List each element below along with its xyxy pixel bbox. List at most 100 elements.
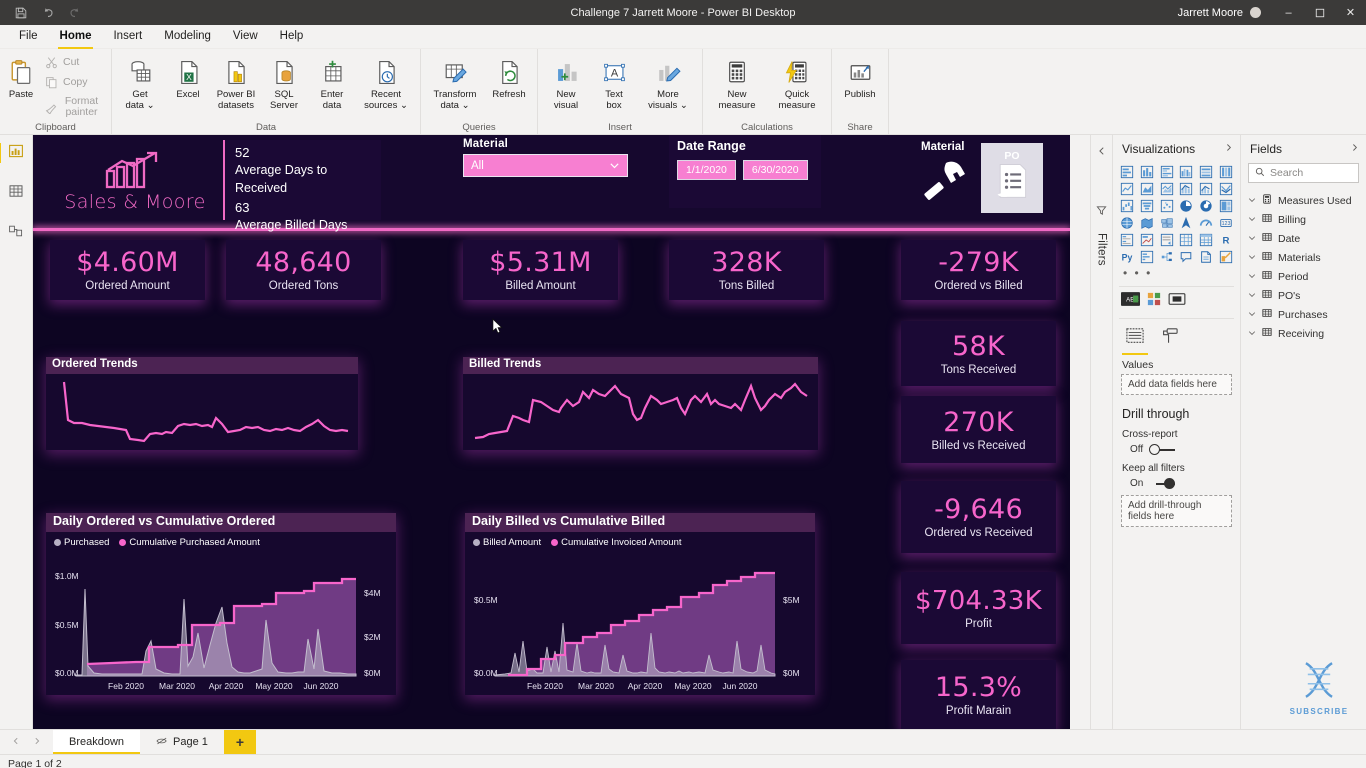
material-slicer-dropdown[interactable]: All — [463, 154, 628, 177]
viz-treemap-icon[interactable] — [1216, 198, 1235, 214]
material-slicer[interactable]: Material All — [463, 138, 628, 177]
viz-python-script-icon[interactable]: Py — [1118, 249, 1137, 265]
analytics-icon[interactable] — [1168, 292, 1186, 311]
legend-item-purchased[interactable]: Purchased — [54, 537, 109, 548]
cross-report-toggle[interactable] — [1149, 444, 1176, 455]
date-range-start[interactable]: 1/1/2020 — [677, 160, 736, 180]
publish-button[interactable]: Publish — [837, 53, 883, 102]
viz-stacked-area-chart-icon[interactable] — [1157, 181, 1176, 197]
fields-list-icon[interactable] — [1122, 327, 1148, 355]
viz-clustered-bar-chart-icon[interactable] — [1157, 164, 1176, 180]
page-tab-breakdown[interactable]: Breakdown — [53, 730, 141, 754]
cut-button[interactable]: Cut — [39, 53, 106, 72]
chevron-right-icon[interactable] — [1350, 143, 1359, 155]
viz-100-stacked-bar-chart-icon[interactable] — [1197, 164, 1216, 180]
save-icon[interactable] — [14, 6, 28, 20]
drill-through-dropzone[interactable]: Add drill-through fields here — [1121, 495, 1232, 527]
viz-map-icon[interactable] — [1118, 215, 1137, 231]
kpi-tons-received[interactable]: 58K Tons Received — [901, 321, 1056, 386]
viz-card-icon[interactable]: 123 — [1216, 215, 1235, 231]
field-table-pos[interactable]: PO's — [1241, 286, 1366, 305]
kpi-billed-amount[interactable]: $5.31M Billed Amount — [463, 240, 618, 300]
viz-stacked-bar-chart-icon[interactable] — [1118, 164, 1137, 180]
viz-line-clustered-column-icon[interactable] — [1197, 181, 1216, 197]
chevron-down-icon[interactable] — [609, 160, 620, 171]
chevron-down-icon[interactable] — [1248, 233, 1256, 245]
field-table-materials[interactable]: Materials — [1241, 248, 1366, 267]
copy-button[interactable]: Copy — [39, 73, 106, 92]
filters-pane-collapsed[interactable]: Filters — [1090, 135, 1112, 729]
viz-funnel-chart-icon[interactable] — [1138, 198, 1157, 214]
chevron-left-icon[interactable] — [1097, 143, 1107, 161]
paste-button[interactable]: Paste — [5, 53, 37, 102]
daily-billed-vs-cumulative-card[interactable]: Daily Billed vs Cumulative Billed Billed… — [465, 513, 815, 695]
hammer-icon[interactable] — [918, 157, 970, 207]
viz-100-stacked-column-chart-icon[interactable] — [1216, 164, 1235, 180]
report-canvas[interactable]: Sales & Moore 52 Average Days to Receive… — [33, 135, 1070, 729]
get-data-button[interactable]: Get data ⌄ — [117, 53, 163, 113]
viz-pie-chart-icon[interactable] — [1177, 198, 1196, 214]
chevron-right-icon[interactable] — [33, 737, 41, 747]
kpi-ordered-vs-billed[interactable]: -279K Ordered vs Billed — [901, 240, 1056, 300]
billed-trends-card[interactable]: Billed Trends — [463, 357, 818, 450]
add-page-button[interactable]: + — [223, 730, 256, 754]
fields-search[interactable]: Search — [1248, 163, 1359, 183]
chevron-down-icon[interactable] — [1248, 195, 1256, 207]
sidebar-item-data-view[interactable] — [2, 181, 30, 205]
ribbon-tab-view[interactable]: View — [222, 26, 269, 48]
recent-sources-button[interactable]: Recent sources ⌄ — [357, 53, 415, 113]
chevron-down-icon[interactable] — [1248, 290, 1256, 302]
field-table-receiving[interactable]: Receiving — [1241, 324, 1366, 343]
viz-get-more-visuals-icon[interactable] — [1216, 249, 1235, 265]
more-visuals-button[interactable]: More visuals ⌄ — [639, 53, 697, 113]
color-palette-icon[interactable] — [1147, 292, 1161, 311]
chevron-down-icon[interactable] — [1248, 271, 1256, 283]
chevron-down-icon[interactable] — [1248, 252, 1256, 264]
chevron-down-icon[interactable] — [1248, 328, 1256, 340]
minimize-button[interactable]: – — [1273, 0, 1304, 25]
viz-paginated-report-icon[interactable] — [1197, 249, 1216, 265]
viz-r-script-icon[interactable]: R — [1216, 232, 1235, 248]
viz-multi-row-card-icon[interactable] — [1118, 232, 1137, 248]
redo-icon[interactable] — [68, 6, 82, 20]
field-table-billing[interactable]: Billing — [1241, 210, 1366, 229]
paint-roller-icon[interactable] — [1159, 327, 1179, 355]
new-measure-button[interactable]: New measure — [708, 53, 766, 113]
viz-shape-map-icon[interactable] — [1157, 215, 1176, 231]
excel-button[interactable]: X Excel — [165, 53, 211, 102]
legend-item-cumulative-purchased[interactable]: Cumulative Purchased Amount — [119, 537, 260, 548]
kpi-tons-billed[interactable]: 328K Tons Billed — [669, 240, 824, 300]
values-dropzone[interactable]: Add data fields here — [1121, 374, 1232, 395]
powerbi-datasets-button[interactable]: Power BI datasets — [213, 53, 259, 113]
po-nav-button[interactable]: PO — [981, 143, 1043, 213]
viz-filled-map-icon[interactable] — [1138, 215, 1157, 231]
viz-line-chart-icon[interactable] — [1118, 181, 1137, 197]
kpi-profit[interactable]: $704.33K Profit — [901, 572, 1056, 644]
viz-ribbon-chart-icon[interactable] — [1216, 181, 1235, 197]
viz-key-influencers-icon[interactable] — [1138, 249, 1157, 265]
viz-azure-map-icon[interactable] — [1177, 215, 1196, 231]
legend-item-billed-amount[interactable]: Billed Amount — [473, 537, 541, 548]
kpi-ordered-amount[interactable]: $4.60M Ordered Amount — [50, 240, 205, 300]
cross-report-toggle-row[interactable]: Off — [1113, 442, 1240, 461]
sidebar-item-model-view[interactable] — [2, 221, 30, 245]
ribbon-tab-home[interactable]: Home — [49, 26, 103, 49]
daily-ordered-vs-cumulative-card[interactable]: Daily Ordered vs Cumulative Ordered Purc… — [46, 513, 396, 695]
field-table-measures-used[interactable]: Measures Used — [1241, 191, 1366, 210]
viz-gauge-chart-icon[interactable] — [1197, 215, 1216, 231]
kpi-ordered-vs-received[interactable]: -9,646 Ordered vs Received — [901, 481, 1056, 553]
enter-data-button[interactable]: Enter data — [309, 53, 355, 113]
format-painter-button[interactable]: Format painter — [39, 93, 106, 121]
chevron-down-icon[interactable] — [1248, 309, 1256, 321]
ribbon-tab-file[interactable]: File — [8, 26, 49, 48]
field-table-purchases[interactable]: Purchases — [1241, 305, 1366, 324]
viz-table-icon[interactable] — [1177, 232, 1196, 248]
viz-donut-chart-icon[interactable] — [1197, 198, 1216, 214]
viz-qa-icon[interactable] — [1177, 249, 1196, 265]
kpi-ordered-tons[interactable]: 48,640 Ordered Tons — [226, 240, 381, 300]
viz-decomposition-tree-icon[interactable] — [1157, 249, 1176, 265]
legend-item-cumulative-invoiced[interactable]: Cumulative Invoiced Amount — [551, 537, 682, 548]
ordered-trends-card[interactable]: Ordered Trends — [46, 357, 358, 450]
viz-line-stacked-column-icon[interactable] — [1177, 181, 1196, 197]
sql-server-button[interactable]: SQL Server — [261, 53, 307, 113]
